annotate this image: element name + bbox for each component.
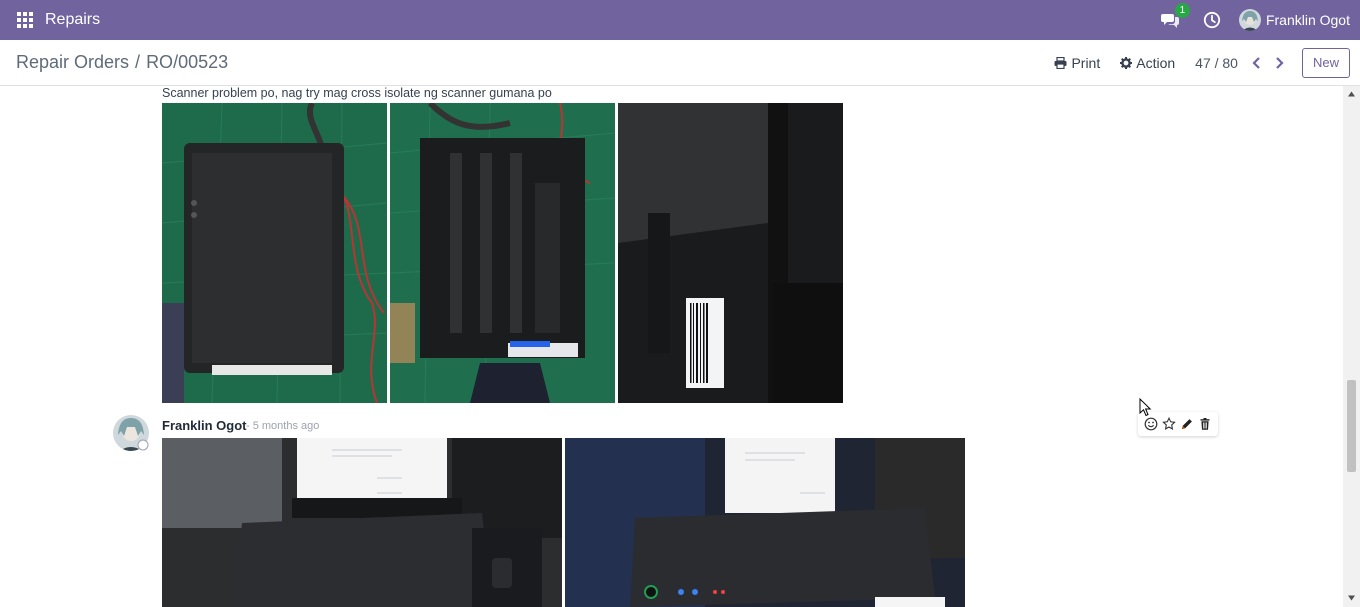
mouse-cursor-icon xyxy=(1139,398,1152,417)
chat-icon[interactable]: 1 xyxy=(1160,3,1190,28)
message-avatar xyxy=(113,86,149,96)
action-label: Action xyxy=(1136,54,1176,71)
breadcrumb: Repair Orders / RO/00523 xyxy=(16,52,228,73)
attachment-image-printer-top[interactable] xyxy=(162,103,387,403)
pager-value[interactable]: 47 / 80 xyxy=(1195,55,1238,71)
breadcrumb-current: RO/00523 xyxy=(146,52,229,72)
print-button[interactable]: Print xyxy=(1054,55,1100,71)
print-icon xyxy=(1054,56,1067,69)
apps-menu-icon[interactable] xyxy=(17,12,33,28)
chat-badge: 1 xyxy=(1174,3,1190,18)
message-body: Scanner problem po, nag try mag cross is… xyxy=(162,86,552,100)
message-date: - 5 months ago xyxy=(246,420,320,432)
action-button[interactable]: Action xyxy=(1120,55,1175,71)
user-name: Franklin Ogot xyxy=(1265,12,1350,28)
star-icon[interactable] xyxy=(1162,416,1176,431)
app-name[interactable]: Repairs xyxy=(45,11,100,29)
attachment-image-printer-paper-1[interactable] xyxy=(162,438,562,607)
pager-previous-icon[interactable] xyxy=(1250,56,1264,70)
gear-icon xyxy=(1120,56,1133,69)
top-navbar: Repairs 1 Franklin Ogot xyxy=(0,0,1360,40)
message-avatar xyxy=(113,415,151,453)
scrollbar[interactable] xyxy=(1343,86,1360,607)
attachment-image-printer-paper-2[interactable] xyxy=(565,438,965,607)
scroll-thumb[interactable] xyxy=(1347,380,1356,472)
pager-next-icon[interactable] xyxy=(1272,56,1286,70)
user-menu[interactable]: Franklin Ogot xyxy=(1238,9,1350,31)
scroll-up-icon[interactable] xyxy=(1347,90,1356,98)
print-label: Print xyxy=(1071,54,1101,71)
activity-clock-icon[interactable] xyxy=(1203,11,1221,29)
pencil-icon[interactable] xyxy=(1180,417,1194,431)
breadcrumb-separator: / xyxy=(135,52,141,72)
avatar xyxy=(1238,9,1261,31)
new-button[interactable]: New xyxy=(1301,47,1350,78)
breadcrumb-repair-orders[interactable]: Repair Orders xyxy=(16,52,129,73)
attachment-image-scanner-bottom[interactable] xyxy=(390,103,615,403)
chatter-thread: Scanner problem po, nag try mag cross is… xyxy=(0,86,1343,607)
message-author[interactable]: Franklin Ogot xyxy=(162,418,247,433)
attachment-image-barcode-label[interactable] xyxy=(618,103,843,403)
scroll-down-icon[interactable] xyxy=(1347,594,1356,602)
smile-icon[interactable] xyxy=(1144,417,1158,431)
trash-icon[interactable] xyxy=(1198,417,1212,431)
control-panel: Repair Orders / RO/00523 Print Action 47… xyxy=(0,40,1360,86)
